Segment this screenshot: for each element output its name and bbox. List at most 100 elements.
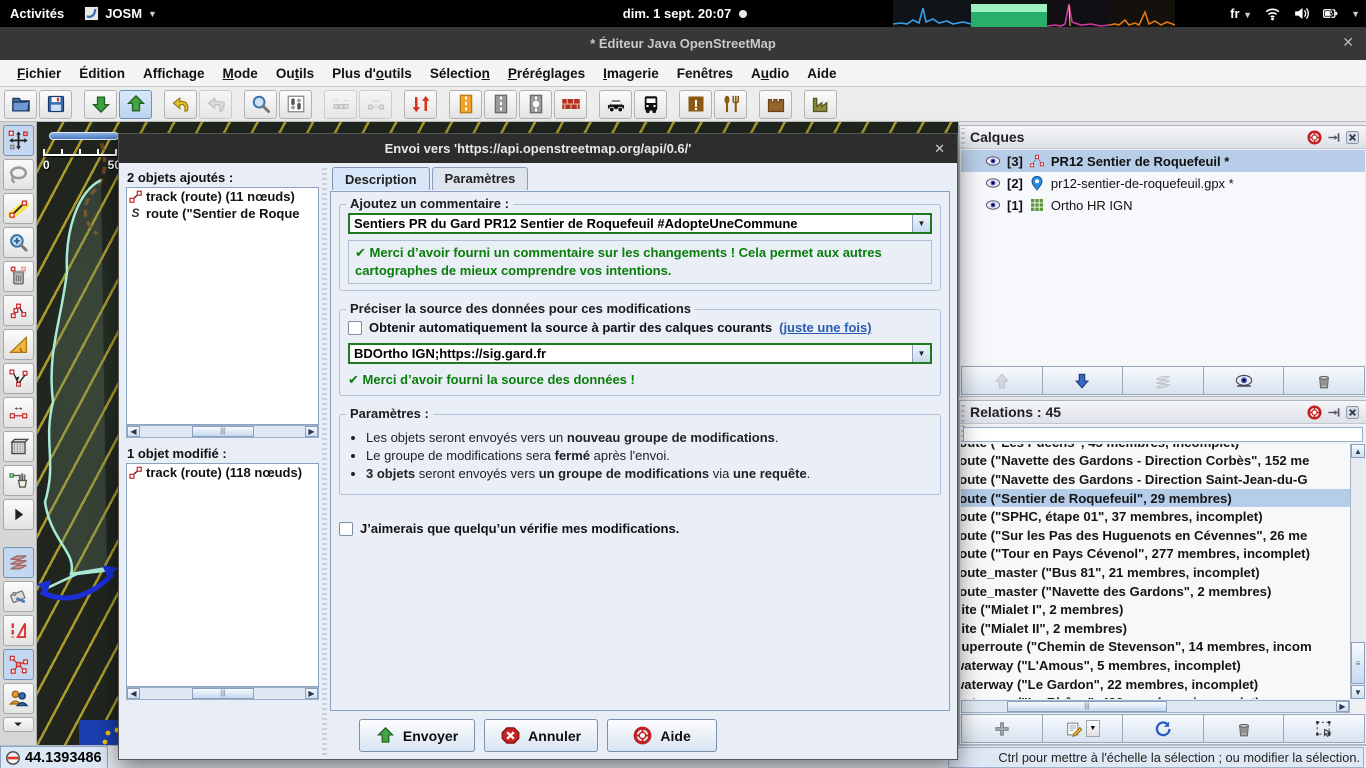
tags-toggle[interactable] — [3, 581, 34, 612]
relation-row[interactable]: route_master ("Navette des Gardons", 2 m… — [961, 582, 1350, 601]
menu-outils[interactable]: Outils — [267, 63, 323, 84]
draw-nodes-tool[interactable] — [3, 193, 34, 224]
review-checkbox[interactable] — [339, 522, 353, 536]
castle-preset-button[interactable] — [759, 90, 792, 119]
tab-parametres[interactable]: Paramètres — [432, 167, 529, 190]
panel-close-icon[interactable] — [1345, 130, 1360, 145]
source-value[interactable]: BDOrtho IGN;https://sig.gard.fr — [350, 345, 912, 362]
relations-filter-input[interactable] — [963, 427, 1363, 442]
relation-row[interactable]: site ("Mialet II", 2 membres) — [961, 619, 1350, 638]
relation-row[interactable]: route ("Les Puechs", 45 membres, incompl… — [961, 444, 1350, 452]
comment-combobox[interactable]: Sentiers PR du Gard PR12 Sentier de Roqu… — [348, 213, 932, 234]
just-once-link[interactable]: (juste une fois) — [779, 320, 871, 335]
bus-preset-button[interactable] — [634, 90, 667, 119]
app-menu[interactable]: JOSM ▼ — [74, 6, 167, 21]
relations-toggle[interactable] — [3, 649, 34, 680]
layer-visible-eye-icon[interactable] — [985, 175, 1001, 191]
panel-help-icon[interactable] — [1307, 130, 1322, 145]
zoom-slider[interactable] — [49, 132, 119, 140]
combobox-dropdown-button[interactable]: ▼ — [912, 215, 930, 232]
relation-row[interactable]: route ("Navette des Gardons - Direction … — [961, 452, 1350, 471]
layer-visibility-button[interactable] — [1204, 366, 1285, 395]
object-list-item[interactable]: track (route) (11 nœuds) — [127, 188, 318, 205]
unglue-button[interactable]: → ← — [324, 90, 357, 119]
angle-snap-tool[interactable] — [3, 329, 34, 360]
scrollbar-thumb[interactable]: ≡ — [1351, 642, 1365, 684]
road-preset-button[interactable] — [484, 90, 517, 119]
relation-row[interactable]: route_master ("Bus 81", 21 membres, inco… — [961, 563, 1350, 582]
keyboard-layout-indicator[interactable]: fr ▼ — [1230, 6, 1252, 21]
restaurant-preset-button[interactable] — [714, 90, 747, 119]
object-list-item[interactable]: Sroute ("Sentier de Roque — [127, 205, 318, 222]
relation-row[interactable]: route ("Sentier de Roquefeuil", 29 membr… — [961, 489, 1350, 508]
select-move-tool[interactable] — [3, 125, 34, 156]
relation-row[interactable]: waterway ("Le Gardon", 22 membres, incom… — [961, 675, 1350, 694]
download-data-button[interactable] — [84, 90, 117, 119]
object-list-item[interactable]: track (route) (118 nœuds) — [127, 464, 318, 481]
wifi-icon[interactable] — [1264, 5, 1281, 22]
dialog-splitter[interactable] — [322, 167, 327, 755]
upload-dialog-titlebar[interactable]: Envoi vers 'https://api.openstreetmap.or… — [119, 134, 957, 163]
delete-relation-button[interactable] — [1204, 714, 1285, 743]
menu-prrglages[interactable]: Préréglages — [499, 63, 594, 84]
select-relation-button[interactable] — [1284, 714, 1365, 743]
menu-slection[interactable]: Sélection — [421, 63, 499, 84]
extrude-tool[interactable]: ↔ — [3, 397, 34, 428]
merge-nodes-tool[interactable] — [3, 295, 34, 326]
car-preset-button[interactable] — [599, 90, 632, 119]
scroll-right-arrow[interactable]: ▶ — [305, 688, 318, 699]
hazard-preset-button[interactable]: ! — [679, 90, 712, 119]
zoom-tool[interactable] — [3, 227, 34, 258]
menu-fichier[interactable]: Fichier — [8, 63, 70, 84]
search-button[interactable] — [244, 90, 277, 119]
scrollbar-thumb[interactable]: ||| — [192, 426, 254, 437]
lasso-tool[interactable] — [3, 159, 34, 190]
roundabout-preset-button[interactable] — [519, 90, 552, 119]
tab-description[interactable]: Description — [332, 167, 430, 190]
edit-relation-button[interactable]: ▼ — [1043, 714, 1124, 743]
upload-button[interactable]: Envoyer — [359, 719, 475, 752]
reverse-way-button[interactable] — [404, 90, 437, 119]
authors-toggle[interactable] — [3, 683, 34, 714]
relation-row[interactable]: route ("Sur les Pas des Huguenots en Cév… — [961, 526, 1350, 545]
collapse-button[interactable] — [3, 717, 34, 732]
relations-horizontal-scrollbar[interactable]: ||| ▶ — [961, 700, 1350, 713]
menu-aide[interactable]: Aide — [798, 63, 845, 84]
delete-layer-button[interactable] — [1284, 366, 1365, 395]
selection-toggle[interactable] — [3, 615, 34, 646]
panel-close-icon[interactable] — [1345, 405, 1360, 420]
menu-fentres[interactable]: Fenêtres — [668, 63, 742, 84]
upload-data-button[interactable] — [119, 90, 152, 119]
layers-toggle[interactable] — [3, 547, 34, 578]
menu-audio[interactable]: Audio — [742, 63, 798, 84]
added-list-hscrollbar[interactable]: ◀ ||| ▶ — [126, 425, 319, 438]
menu-plusdoutils[interactable]: Plus d'outils — [323, 63, 421, 84]
align-button[interactable]: ↔ — [359, 90, 392, 119]
modified-list-hscrollbar[interactable]: ◀ ||| ▶ — [126, 687, 319, 700]
system-menu-chevron-icon[interactable]: ▼ — [1351, 9, 1360, 19]
scroll-right-arrow[interactable]: ▶ — [1336, 701, 1349, 712]
layer-row[interactable]: [2]pr12-sentier-de-roquefeuil.gpx * — [961, 172, 1365, 194]
merge-layers-button[interactable] — [1123, 366, 1204, 395]
download-members-button[interactable] — [1123, 714, 1204, 743]
dialog-close-button[interactable]: ✕ — [934, 141, 945, 157]
layer-up-button[interactable] — [961, 366, 1043, 395]
system-monitor-graphs[interactable] — [893, 0, 1175, 27]
scroll-down-arrow[interactable]: ▼ — [1351, 685, 1365, 699]
layer-down-button[interactable] — [1043, 366, 1124, 395]
relations-vertical-scrollbar[interactable]: ▲ ≡ ▼ — [1350, 444, 1365, 699]
menu-dition[interactable]: Édition — [70, 63, 134, 84]
more-tools-button[interactable] — [3, 499, 34, 530]
window-close-button[interactable]: ✕ — [1342, 34, 1354, 51]
improve-way-tool[interactable] — [3, 363, 34, 394]
battery-icon[interactable] — [1322, 5, 1339, 22]
relation-row[interactable]: waterway ("Le Rhône", 439 membres, incom… — [961, 693, 1350, 699]
menu-affichage[interactable]: Affichage — [134, 63, 214, 84]
add-relation-button[interactable] — [961, 714, 1043, 743]
building-tool[interactable] — [3, 431, 34, 462]
modified-objects-list[interactable]: track (route) (118 nœuds) — [126, 463, 319, 687]
volume-icon[interactable] — [1293, 5, 1310, 22]
menu-mode[interactable]: Mode — [214, 63, 267, 84]
help-button[interactable]: Aide — [607, 719, 717, 752]
relation-row[interactable]: route ("SPHC, étape 01", 37 membres, inc… — [961, 507, 1350, 526]
